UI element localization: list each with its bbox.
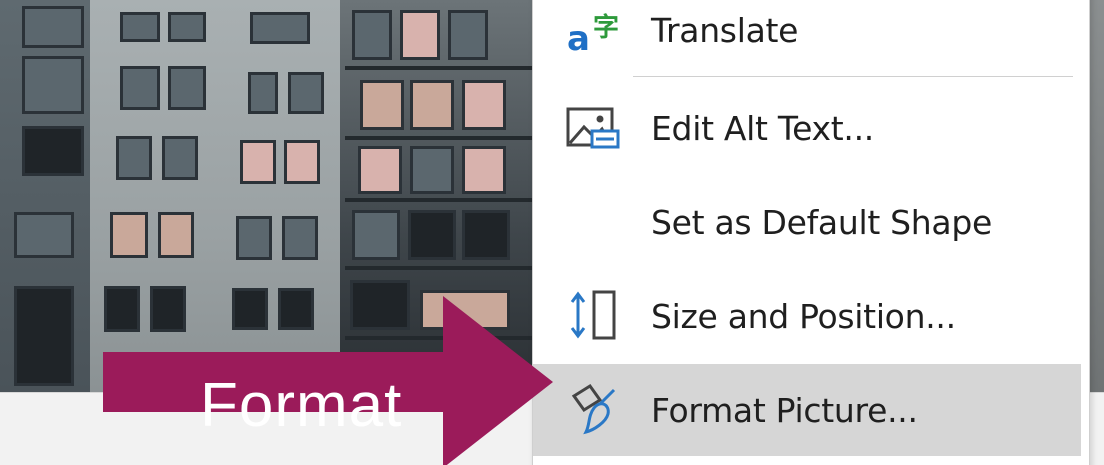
alt-text-icon [563, 98, 623, 158]
translate-icon: a 字 [563, 0, 623, 60]
context-menu: a 字 Translate Edit Alt Text... Set as De… [532, 0, 1090, 465]
menu-item-set-default-shape[interactable]: Set as Default Shape [533, 176, 1081, 268]
menu-item-label: Size and Position... [651, 296, 956, 336]
menu-item-format-picture[interactable]: Format Picture... [533, 364, 1081, 456]
menu-item-translate[interactable]: a 字 Translate [533, 0, 1081, 76]
size-position-icon [563, 286, 623, 346]
svg-text:a: a [567, 19, 590, 58]
menu-divider [633, 76, 1073, 77]
screen: a 字 Translate Edit Alt Text... Set as De… [0, 0, 1104, 465]
menu-item-label: Edit Alt Text... [651, 108, 874, 148]
callout-label: Format [200, 371, 403, 440]
menu-item-label: Translate [651, 10, 799, 50]
menu-item-label: Format Picture... [651, 390, 918, 430]
menu-item-edit-alt-text[interactable]: Edit Alt Text... [533, 82, 1081, 174]
format-picture-icon [563, 380, 623, 440]
svg-text:字: 字 [593, 12, 619, 43]
menu-item-label: Set as Default Shape [651, 202, 992, 242]
menu-item-size-position[interactable]: Size and Position... [533, 270, 1081, 362]
